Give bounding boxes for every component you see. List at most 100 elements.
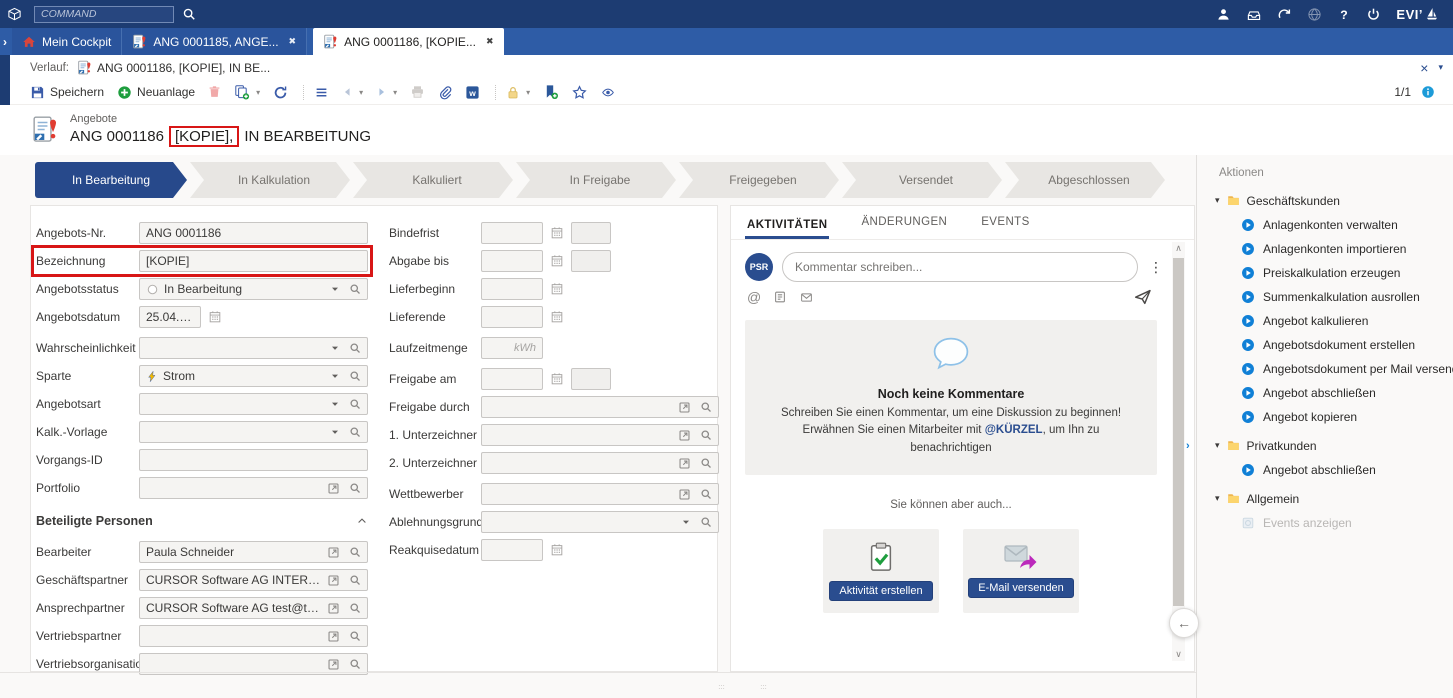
history-close-icon[interactable]: ×	[1420, 60, 1428, 76]
toolbar-refresh-button[interactable]	[273, 85, 288, 100]
scroll-down-icon[interactable]: ∨	[1172, 648, 1185, 661]
tab-ang-0001186-kopie-[interactable]: ANG 0001186, [KOPIE...✖	[313, 28, 503, 55]
search-gray-icon[interactable]	[349, 658, 361, 670]
field-input[interactable]	[481, 368, 543, 390]
field-input[interactable]	[139, 337, 368, 359]
activity-scrollbar[interactable]: ∧ ∨	[1172, 242, 1185, 661]
field-input[interactable]: 25.04.2022	[139, 306, 201, 328]
field-input[interactable]	[481, 539, 543, 561]
field-input[interactable]: ANG 0001186	[139, 222, 368, 244]
calendar-icon[interactable]	[208, 310, 222, 324]
field-input[interactable]	[139, 477, 368, 499]
field-input[interactable]	[139, 625, 368, 647]
power-icon[interactable]	[1366, 7, 1381, 22]
field-input[interactable]	[481, 306, 543, 328]
redo-icon[interactable]	[1277, 7, 1292, 22]
aktivit-t-erstellen-button[interactable]: Aktivität erstellen	[829, 581, 932, 601]
toolbar-bookmark-add-button[interactable]	[543, 84, 559, 100]
workflow-step-kalkuliert[interactable]: Kalkuliert	[353, 162, 513, 198]
search-gray-icon[interactable]	[349, 342, 361, 354]
help-icon[interactable]: ?	[1337, 7, 1351, 22]
info-icon[interactable]	[1421, 85, 1435, 99]
workflow-step-in-bearbeitung[interactable]: In Bearbeitung	[35, 162, 187, 198]
calendar-icon[interactable]	[550, 282, 564, 296]
resize-grip[interactable]: ……	[714, 683, 730, 689]
open-record-icon[interactable]	[678, 429, 691, 442]
toolbar-trash-button[interactable]	[208, 85, 221, 99]
search-gray-icon[interactable]	[349, 426, 361, 438]
search-gray-icon[interactable]	[349, 482, 361, 494]
action-anlagenkonten-verwalten[interactable]: Anlagenkonten verwalten	[1197, 217, 1453, 232]
toolbar-nav-forward-button[interactable]: ▾	[376, 86, 397, 98]
action-angebot-kopieren[interactable]: Angebot kopieren	[1197, 409, 1453, 424]
scrollbar-thumb[interactable]	[1173, 258, 1184, 606]
field-input[interactable]: [KOPIE]	[139, 250, 368, 272]
field-input[interactable]: Paula Schneider	[139, 541, 368, 563]
field-input[interactable]	[139, 393, 368, 415]
action-preiskalkulation-erzeugen[interactable]: Preiskalkulation erzeugen	[1197, 265, 1453, 280]
search-gray-icon[interactable]	[700, 401, 712, 413]
toolbar-menu-button[interactable]	[314, 86, 329, 99]
field-input[interactable]	[481, 222, 543, 244]
chevron-right-icon[interactable]: ›	[1186, 440, 1190, 452]
action-angebot-kalkulieren[interactable]: Angebot kalkulieren	[1197, 313, 1453, 328]
search-gray-icon[interactable]	[700, 488, 712, 500]
time-input[interactable]	[571, 250, 611, 272]
action-summenkalkulation-ausrollen[interactable]: Summenkalkulation ausrollen	[1197, 289, 1453, 304]
field-input[interactable]	[481, 424, 719, 446]
tasklist-icon[interactable]	[773, 290, 787, 304]
tab-mein-cockpit[interactable]: Mein Cockpit	[12, 28, 122, 55]
field-input[interactable]	[481, 250, 543, 272]
field-input[interactable]: Strom	[139, 365, 368, 387]
app-cube-icon[interactable]	[7, 7, 22, 22]
toolbar-eye-button[interactable]	[600, 86, 616, 99]
action-anlagenkonten-importieren[interactable]: Anlagenkonten importieren	[1197, 241, 1453, 256]
caret-down-icon[interactable]	[330, 427, 340, 437]
mention-hint[interactable]: @KÜRZEL	[985, 424, 1043, 436]
toolbar-word-button[interactable]: w	[465, 85, 480, 100]
open-record-icon[interactable]	[327, 482, 340, 495]
search-gray-icon[interactable]	[700, 457, 712, 469]
search-gray-icon[interactable]	[349, 283, 361, 295]
search-gray-icon[interactable]	[349, 546, 361, 558]
command-input[interactable]	[34, 6, 174, 23]
search-gray-icon[interactable]	[349, 574, 361, 586]
chevron-down-icon[interactable]: ▾	[526, 88, 530, 97]
send-icon[interactable]	[1133, 288, 1157, 306]
open-record-icon[interactable]	[327, 602, 340, 615]
e-mail-versenden-button[interactable]: E-Mail versenden	[968, 578, 1074, 598]
workflow-step-in-freigabe[interactable]: In Freigabe	[516, 162, 676, 198]
tabbar-expander-icon[interactable]: ›	[0, 35, 12, 55]
open-record-icon[interactable]	[678, 457, 691, 470]
search-gray-icon[interactable]	[349, 630, 361, 642]
field-input[interactable]	[481, 396, 719, 418]
calendar-icon[interactable]	[550, 226, 564, 240]
chevron-down-icon[interactable]: ▾	[1215, 493, 1220, 504]
caret-down-icon[interactable]	[330, 371, 340, 381]
resize-grip[interactable]: ……	[756, 683, 772, 689]
caret-down-icon[interactable]	[681, 517, 691, 527]
field-input[interactable]	[481, 452, 719, 474]
time-input[interactable]	[571, 222, 611, 244]
tab-aktivitäten[interactable]: AKTIVITÄTEN	[745, 219, 829, 239]
chevron-down-icon[interactable]: ▾	[1215, 440, 1220, 451]
user-icon[interactable]	[1216, 7, 1231, 22]
globe-icon[interactable]	[1307, 7, 1322, 22]
toolbar-nav-back-button[interactable]: ▾	[342, 86, 363, 98]
field-input[interactable]: CURSOR Software AG test@test.de CURS ...	[139, 597, 368, 619]
envelope-icon[interactable]	[799, 291, 814, 304]
open-record-icon[interactable]	[678, 488, 691, 501]
calendar-icon[interactable]	[550, 372, 564, 386]
open-record-icon[interactable]	[327, 658, 340, 671]
open-record-icon[interactable]	[327, 574, 340, 587]
history-entry[interactable]: ANG 0001186, [KOPIE], IN BE...	[77, 60, 270, 76]
section-header-beteiligte-personen[interactable]: Beteiligte Personen	[36, 509, 368, 533]
calendar-icon[interactable]	[550, 254, 564, 268]
action-angebot-abschlie-en[interactable]: Angebot abschließen	[1197, 385, 1453, 400]
chevron-down-icon[interactable]: ▾	[359, 88, 363, 97]
history-caret-icon[interactable]: ▾	[1438, 62, 1443, 73]
field-input[interactable]: CURSOR Software AG INTERESSENT	[139, 569, 368, 591]
tab-close-icon[interactable]: ✖	[486, 36, 494, 47]
caret-down-icon[interactable]	[330, 284, 340, 294]
search-gray-icon[interactable]	[700, 516, 712, 528]
